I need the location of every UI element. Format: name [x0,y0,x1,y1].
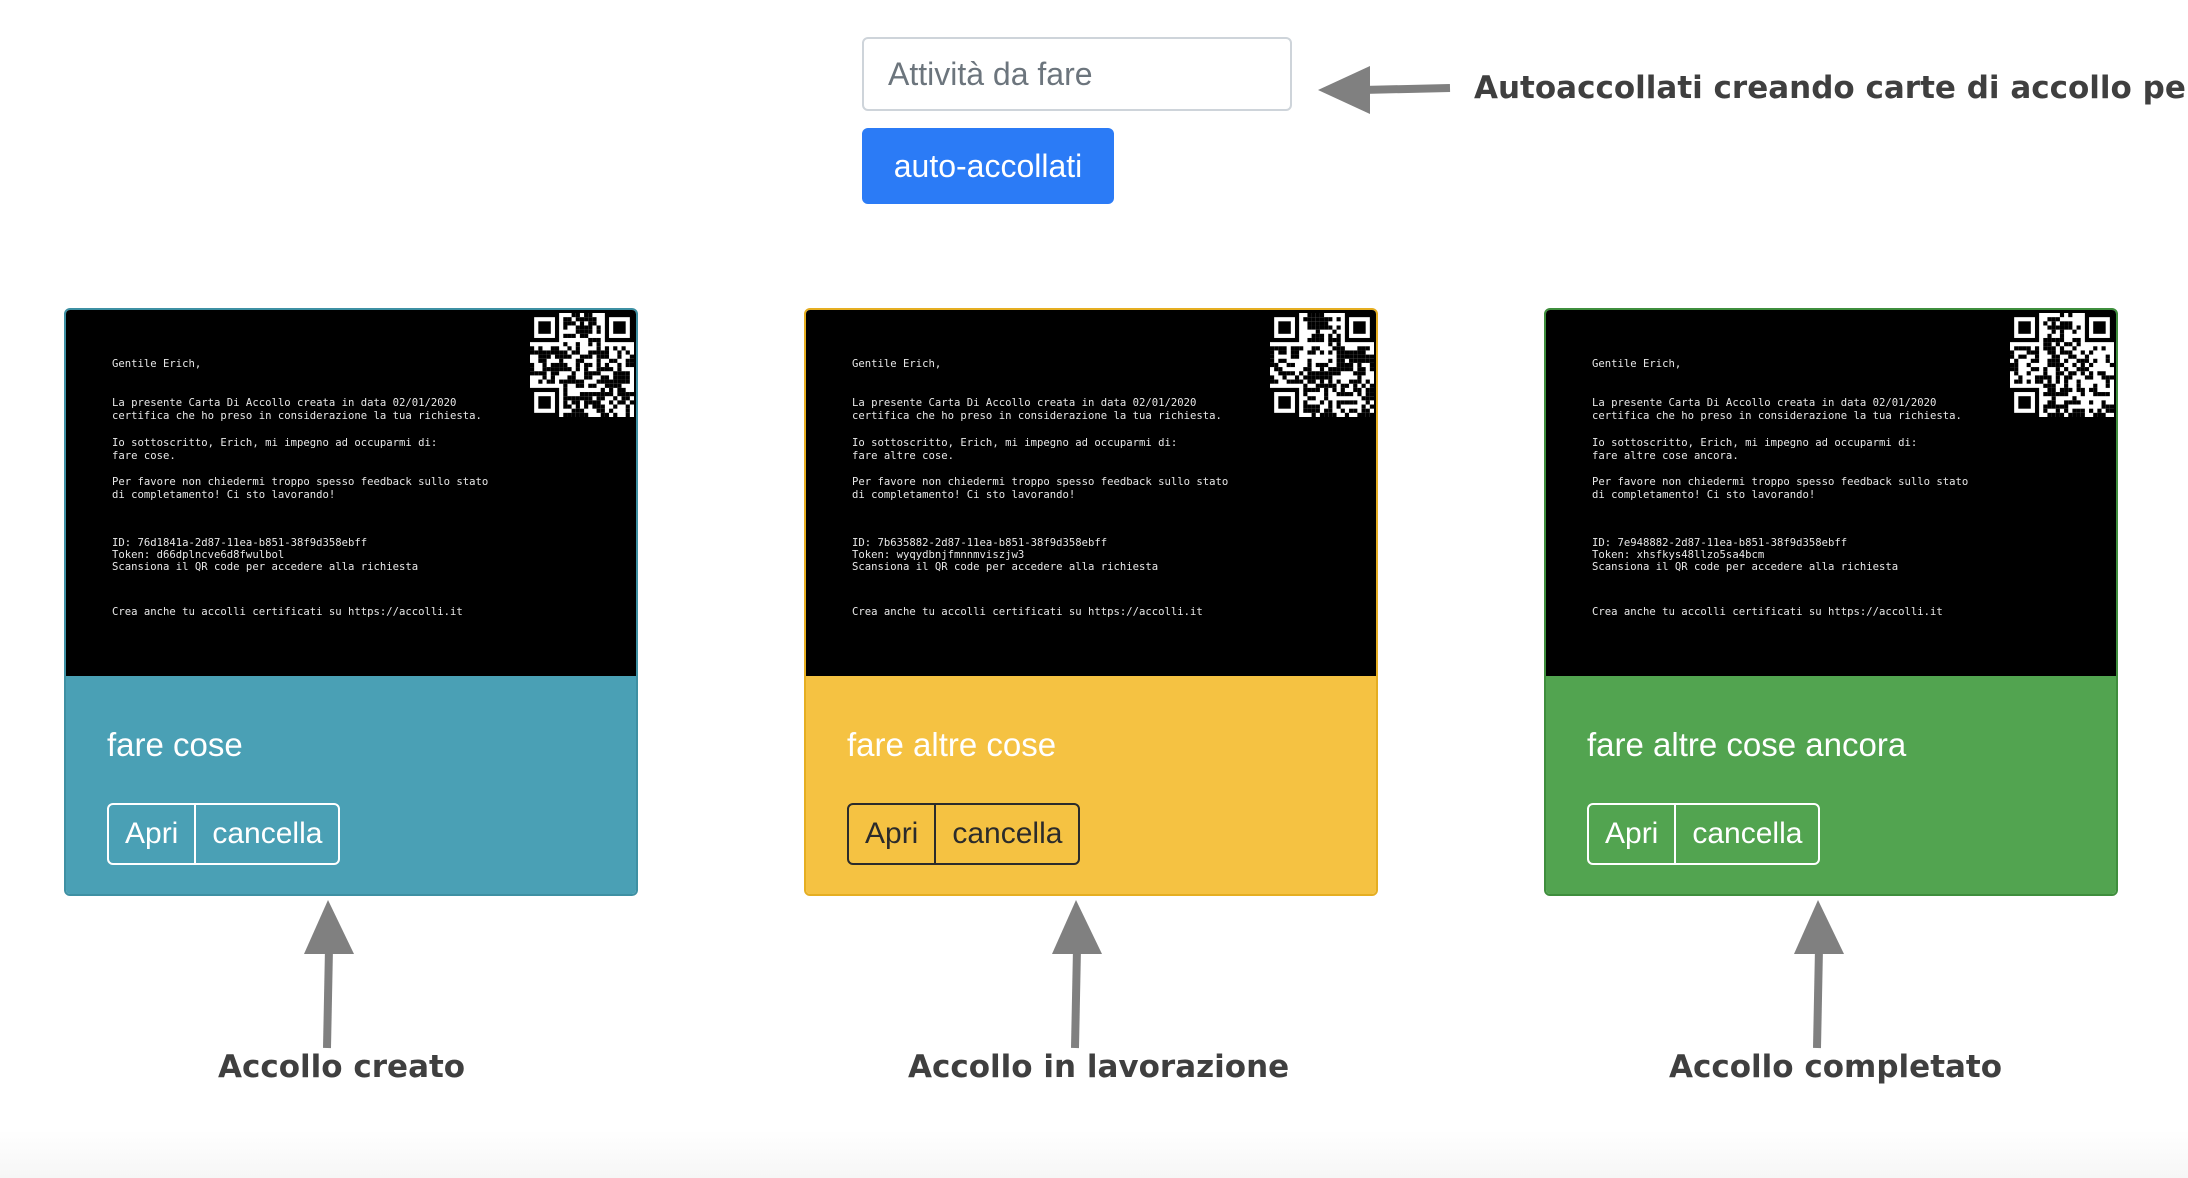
qr-code-icon[interactable] [1270,313,1374,417]
card-title: fare altre cose ancora [1587,726,1907,763]
certificate-preview: Gentile Erich, La presente Carta Di Acco… [66,310,636,676]
cert-text: Io sottoscritto, Erich, mi impegno ad oc… [112,437,438,449]
cert-text: La presente Carta Di Accollo creata in d… [1592,397,1937,409]
cert-text: Per favore non chiedermi troppo spesso f… [112,476,489,488]
annotation-completed: Accollo completato [1669,1049,2003,1085]
certificate-preview: Gentile Erich, La presente Carta Di Acco… [806,310,1376,676]
delete-button[interactable]: cancella [936,805,1078,863]
cert-text: La presente Carta Di Accollo creata in d… [112,397,457,409]
annotation-in-progress: Accollo in lavorazione [908,1049,1290,1085]
open-button[interactable]: Apri [849,805,937,863]
cert-greeting: Gentile Erich, [1592,358,1682,370]
cert-text: fare altre cose. [852,450,955,462]
cert-scan-text: Scansiona il QR code per accedere alla r… [852,561,1159,573]
cert-text: fare cose. [112,450,176,462]
cert-scan-text: Scansiona il QR code per accedere alla r… [1592,561,1899,573]
cert-text: Io sottoscritto, Erich, mi impegno ad oc… [852,437,1178,449]
cert-text: di completamento! Ci sto lavorando! [1592,489,1816,501]
cert-text: fare altre cose ancora. [1592,450,1739,462]
cert-text: Per favore non chiedermi troppo spesso f… [1592,476,1969,488]
cert-footer: Crea anche tu accolli certificati su htt… [112,606,463,618]
qr-code-icon[interactable] [2010,313,2114,417]
card-actions: Apri cancella [847,803,1081,865]
auto-accollati-button[interactable]: auto-accollati [862,128,1114,204]
card-title: fare cose [107,726,243,763]
cert-greeting: Gentile Erich, [112,358,202,370]
annotation-top: Autoaccollati creando carte di accollo p… [1474,70,2188,106]
cert-text: La presente Carta Di Accollo creata in d… [852,397,1197,409]
annotation-created: Accollo creato [218,1049,466,1085]
open-button[interactable]: Apri [1589,805,1677,863]
cert-text: certifica che ho preso in considerazione… [1592,410,1962,422]
cert-text: certifica che ho preso in considerazione… [852,410,1222,422]
cert-greeting: Gentile Erich, [852,358,942,370]
card-actions: Apri cancella [1587,803,1821,865]
cert-text: di completamento! Ci sto lavorando! [852,489,1076,501]
open-button[interactable]: Apri [109,805,197,863]
cert-text: certifica che ho preso in considerazione… [112,410,482,422]
cert-footer: Crea anche tu accolli certificati su htt… [852,606,1203,618]
accollo-card-created: Gentile Erich, La presente Carta Di Acco… [64,308,638,896]
cert-text: Per favore non chiedermi troppo spesso f… [852,476,1229,488]
accollo-card-completed: Gentile Erich, La presente Carta Di Acco… [1544,308,2118,896]
task-input[interactable] [862,37,1292,111]
cert-scan-text: Scansiona il QR code per accedere alla r… [112,561,419,573]
cert-footer: Crea anche tu accolli certificati su htt… [1592,606,1943,618]
card-actions: Apri cancella [107,803,341,865]
card-title: fare altre cose [847,726,1057,763]
delete-button[interactable]: cancella [1676,805,1818,863]
accollo-card-in-progress: Gentile Erich, La presente Carta Di Acco… [804,308,1378,896]
page-footer-shade [0,1130,2188,1178]
up-arrow-icon [1794,900,1844,1049]
up-arrow-icon [304,900,354,1049]
qr-code-icon[interactable] [530,313,634,417]
cert-text: Io sottoscritto, Erich, mi impegno ad oc… [1592,437,1918,449]
delete-button[interactable]: cancella [196,805,338,863]
left-arrow-icon [1318,66,1451,114]
cert-text: di completamento! Ci sto lavorando! [112,489,336,501]
up-arrow-icon [1052,900,1102,1049]
certificate-preview: Gentile Erich, La presente Carta Di Acco… [1546,310,2116,676]
